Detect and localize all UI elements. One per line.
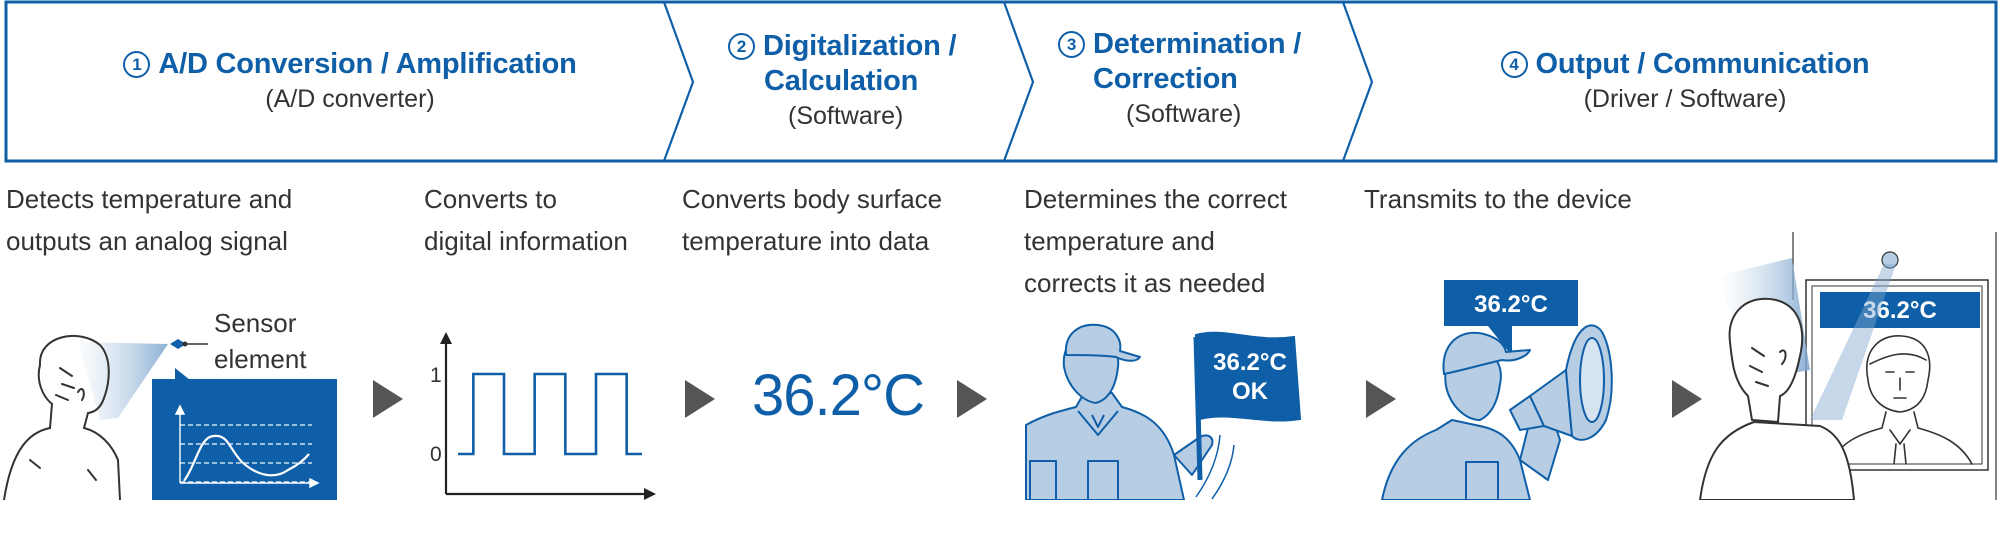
- step-number-badge: 3: [1058, 31, 1085, 58]
- flag-temperature: 36.2°C: [1213, 349, 1287, 376]
- megaphone-illustration: 36.2°C: [1381, 280, 1613, 500]
- flag-icon: 36.2°C OK: [1193, 331, 1302, 500]
- digitize-description: Converts to digital information: [424, 184, 628, 256]
- analog-signal-graph: [152, 368, 337, 500]
- step-number-badge: 1: [123, 51, 151, 78]
- step-1-header: 1 A/D Conversion / Amplification (A/D con…: [20, 47, 680, 116]
- step-number-badge: 4: [1500, 51, 1528, 78]
- step-3-title: 3 Determination / Correction: [1040, 27, 1340, 97]
- step-4-subtitle: (Driver / Software): [1583, 85, 1787, 113]
- flag-ok-label: OK: [1232, 378, 1269, 405]
- play-arrow-icon: [957, 380, 987, 418]
- step-3-subtitle: (Software): [1126, 100, 1242, 128]
- play-arrow-icon: [373, 380, 403, 418]
- y-axis-arrow: [440, 332, 452, 344]
- worker-icon: [1025, 323, 1214, 500]
- step-1-title: 1 A/D Conversion / Amplification: [20, 47, 680, 82]
- step-1-subtitle: (A/D converter): [265, 85, 435, 113]
- step-2-subtitle: (Software): [788, 102, 904, 130]
- step-2-title: 2 Digitalization / Calculation: [700, 29, 1000, 99]
- step-4-description: Transmits to the device: [1364, 184, 1632, 214]
- step-3-header: 3 Determination / Correction (Software): [1040, 27, 1340, 131]
- step-4-title: 4 Output / Communication: [1380, 47, 1990, 82]
- y-tick-1: 1: [430, 364, 442, 387]
- speech-bubble-temperature: 36.2°C: [1474, 291, 1548, 318]
- step-2-description: Converts body surface temperature into d…: [682, 184, 943, 256]
- digital-signal-line: [458, 372, 642, 456]
- y-tick-0: 0: [430, 443, 442, 466]
- step-1-description: Detects temperature and outputs an analo…: [6, 184, 293, 256]
- worker-flag-illustration: 36.2°C OK: [1025, 323, 1302, 500]
- step-3-description: Determines the correct temperature and c…: [1024, 184, 1287, 298]
- sensor-element-label: Sensor element: [214, 308, 307, 374]
- step-4-header: 4 Output / Communication (Driver / Softwa…: [1380, 47, 1990, 116]
- megaphone-icon: [1509, 324, 1613, 441]
- x-axis-arrow: [644, 488, 656, 500]
- temperature-value: 36.2°C: [752, 363, 925, 428]
- display-device-illustration: 36.2°C: [1698, 232, 1997, 500]
- digital-signal-graph: 1 0: [430, 332, 656, 500]
- sensor-icon: [170, 339, 208, 349]
- step-number-badge: 2: [728, 33, 755, 60]
- step-2-header: 2 Digitalization / Calculation (Software): [700, 29, 1000, 133]
- play-arrow-icon: [685, 380, 715, 418]
